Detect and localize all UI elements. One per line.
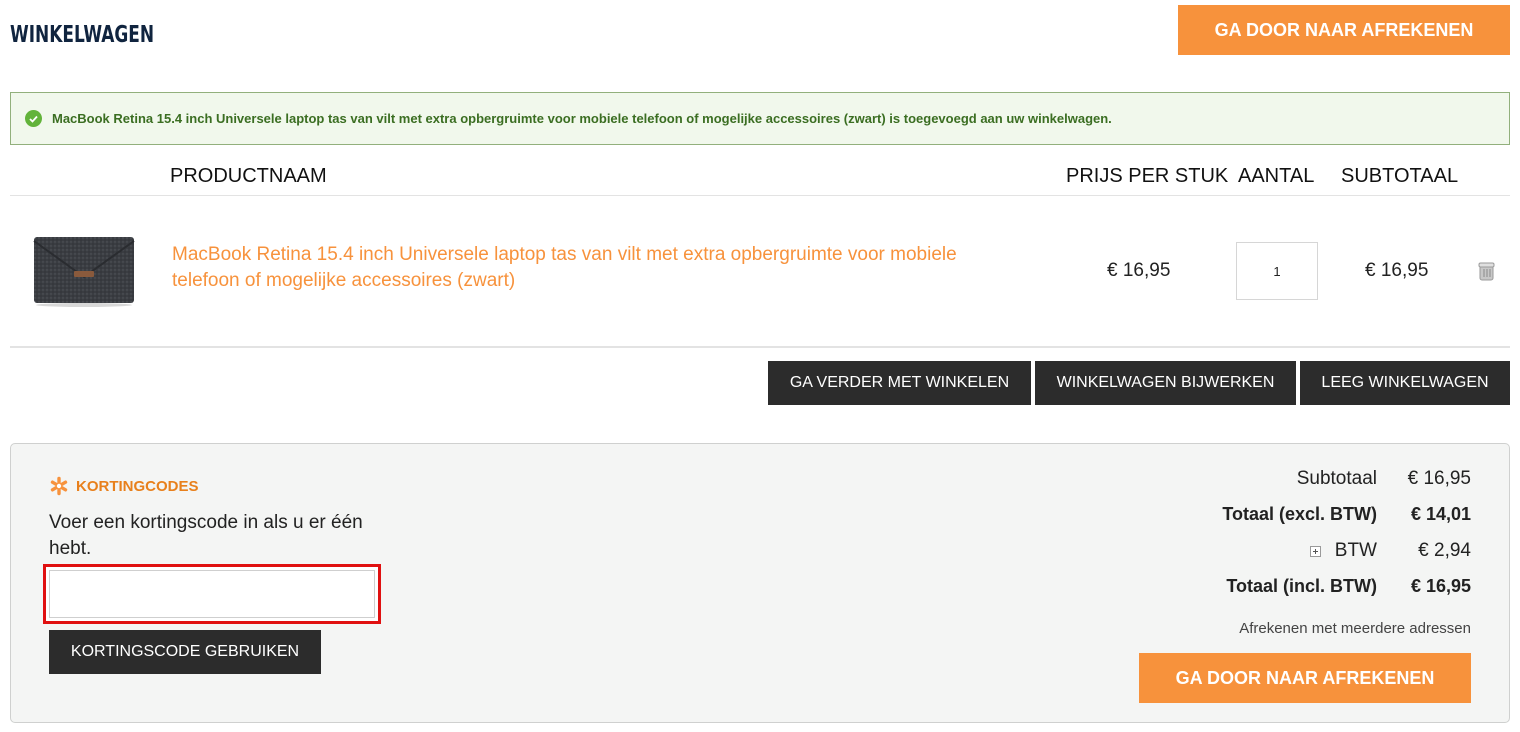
checkout-button-bottom[interactable]: GA DOOR NAAR AFREKENEN	[1139, 653, 1471, 703]
asterisk-icon	[50, 476, 68, 496]
coupon-input-highlight	[43, 564, 381, 624]
btw-label: BTW	[1334, 540, 1377, 561]
subtotal-label: Subtotaal	[1296, 468, 1377, 489]
cart-summary-panel: KORTINGCODES Voer een kortingscode in al…	[10, 443, 1510, 723]
total-excl-value: € 14,01	[1410, 504, 1471, 524]
column-header-subtotal: SUBTOTAAL	[1341, 165, 1459, 187]
checkout-button-top[interactable]: GA DOOR NAAR AFREKENEN	[1178, 5, 1510, 55]
total-incl-label: Totaal (incl. BTW)	[1226, 576, 1377, 596]
empty-cart-button[interactable]: LEEG WINKELWAGEN	[1300, 361, 1510, 405]
check-circle-icon	[25, 110, 42, 127]
totals-row-incl: Totaal (incl. BTW) € 16,95	[1051, 572, 1471, 608]
coupon-description: Voer een kortingscode in als u er één he…	[49, 512, 363, 559]
trash-icon[interactable]	[1475, 260, 1497, 282]
btw-value: € 2,94	[1418, 540, 1471, 561]
product-name-link[interactable]: MacBook Retina 15.4 inch Universele lapt…	[172, 242, 1022, 294]
apply-coupon-button[interactable]: KORTINGSCODE GEBRUIKEN	[49, 630, 321, 674]
subtotal-value: € 16,95	[1407, 468, 1471, 489]
totals-row-subtotal: Subtotaal € 16,95	[1051, 464, 1471, 500]
quantity-input[interactable]	[1236, 242, 1318, 300]
update-cart-button[interactable]: WINKELWAGEN BIJWERKEN	[1035, 361, 1296, 405]
column-header-quantity: AANTAL	[1238, 165, 1315, 187]
cart-item-row: MacBook Retina 15.4 inch Universele lapt…	[10, 196, 1510, 348]
product-thumbnail[interactable]	[30, 233, 138, 309]
multi-address-checkout-link[interactable]: Afrekenen met meerdere adressen	[1239, 620, 1471, 637]
success-message-text: MacBook Retina 15.4 inch Universele lapt…	[52, 111, 1112, 126]
cart-table-header: PRODUCTNAAM PRIJS PER STUK AANTAL SUBTOT…	[10, 158, 1510, 196]
totals-table: Subtotaal € 16,95 Totaal (excl. BTW) € 1…	[1051, 464, 1471, 608]
success-message: MacBook Retina 15.4 inch Universele lapt…	[10, 92, 1510, 145]
total-excl-label: Totaal (excl. BTW)	[1222, 504, 1377, 524]
column-header-unit-price: PRIJS PER STUK	[1066, 165, 1229, 187]
expand-plus-icon[interactable]	[1309, 545, 1321, 557]
total-incl-value: € 16,95	[1410, 576, 1471, 596]
totals-row-excl: Totaal (excl. BTW) € 14,01	[1051, 500, 1471, 536]
continue-shopping-button[interactable]: GA VERDER MET WINKELEN	[768, 361, 1031, 405]
column-header-product-name: PRODUCTNAAM	[170, 165, 327, 187]
unit-price: € 16,95	[1107, 260, 1171, 281]
page-title: WINKELWAGEN	[10, 22, 155, 48]
totals-row-btw: BTW € 2,94	[1051, 536, 1471, 572]
coupon-title-label: KORTINGCODES	[76, 477, 199, 495]
coupon-code-input[interactable]	[49, 570, 375, 618]
coupon-section-title: KORTINGCODES	[49, 476, 199, 496]
item-subtotal: € 16,95	[1365, 260, 1429, 281]
